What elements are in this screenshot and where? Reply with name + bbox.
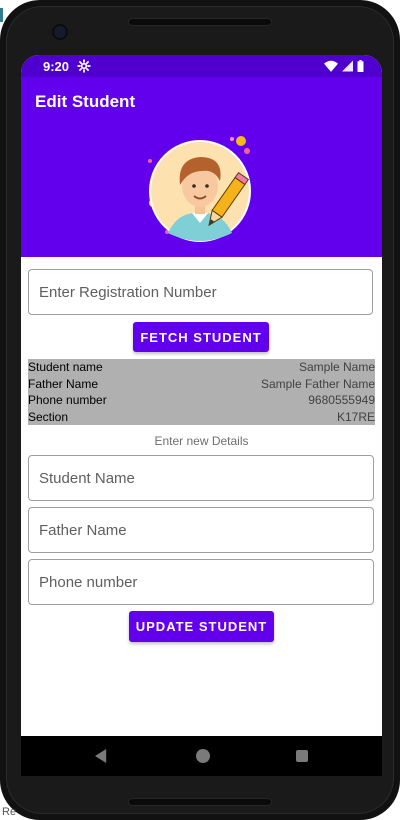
registration-number-input[interactable]: Enter Registration Number [28, 269, 373, 315]
status-bar: 9:20 [21, 55, 382, 77]
gear-icon [77, 59, 91, 73]
window-edge-marker [0, 8, 3, 22]
decor-dot [244, 148, 250, 154]
new-details-hint: Enter new Details [154, 434, 249, 448]
info-label: Section [28, 409, 69, 424]
student-info-panel: Student name Sample Name Father Name Sam… [28, 359, 375, 425]
status-icons [324, 59, 364, 73]
info-label: Student name [28, 360, 103, 375]
status-time: 9:20 [43, 59, 70, 74]
app-screen: 9:20 Edit Student Enter Registration Num… [21, 55, 382, 770]
father-name-input[interactable]: Father Name [28, 507, 374, 553]
navigation-bar [21, 736, 382, 776]
info-row-phone-number: Phone number 9680555949 [28, 392, 375, 409]
info-row-section: Section K17RE [28, 409, 375, 426]
corner-text: Re [2, 806, 17, 818]
info-row-father-name: Father Name Sample Father Name [28, 376, 375, 393]
front-camera-icon [54, 26, 66, 38]
update-student-button[interactable]: UPDATE STUDENT [129, 611, 274, 642]
signal-icon [342, 60, 353, 72]
fetch-student-button[interactable]: FETCH STUDENT [133, 322, 269, 352]
avatar-eye [205, 184, 209, 188]
info-value: Sample Name [298, 360, 375, 375]
student-name-input[interactable]: Student Name [28, 455, 374, 501]
phone-number-input[interactable]: Phone number [28, 559, 374, 605]
recent-apps-icon[interactable] [296, 750, 308, 762]
info-row-student-name: Student name Sample Name [28, 359, 375, 376]
info-label: Phone number [28, 393, 107, 408]
decor-dot [236, 136, 246, 146]
avatar-eye [192, 184, 196, 188]
app-bar: Edit Student [21, 77, 382, 257]
decor-dot [148, 159, 152, 163]
top-speaker [128, 18, 272, 26]
battery-icon [357, 60, 364, 72]
info-value: K17RE [336, 409, 375, 424]
page-title: Edit Student [35, 92, 136, 111]
back-icon[interactable] [95, 749, 109, 763]
decor-dot [230, 137, 234, 141]
wifi-icon [324, 60, 338, 72]
info-label: Father Name [28, 376, 99, 391]
student-avatar [148, 136, 251, 242]
home-icon[interactable] [195, 749, 210, 763]
info-value: Sample Father Name [260, 376, 375, 391]
info-value: 9680555949 [308, 393, 375, 408]
bottom-speaker [128, 798, 272, 806]
